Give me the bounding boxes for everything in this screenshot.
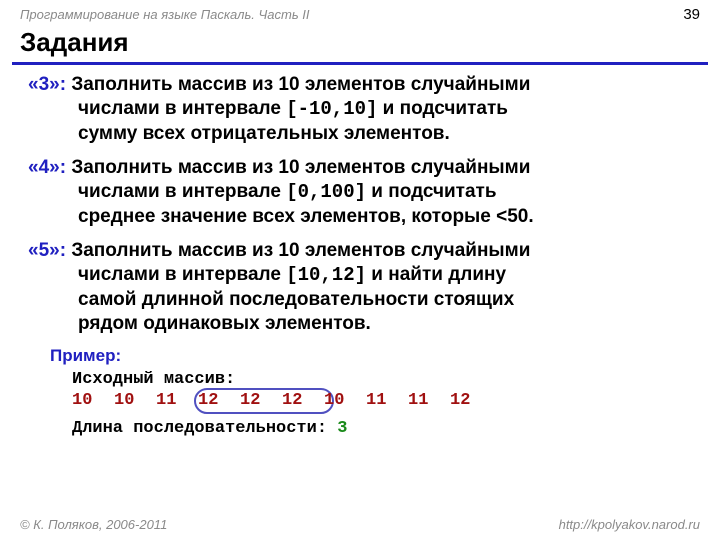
task-3-line2a: числами в интервале (78, 98, 286, 119)
task-4-line1: Заполнить массив из 10 элементов случайн… (71, 157, 530, 178)
arr-4: 12 (240, 391, 282, 410)
slide-title: Задания (0, 25, 720, 60)
example-seq-label: Длина последовательности: (72, 419, 337, 438)
example-source-label: Исходный массив: (72, 370, 692, 389)
task-4-line2a: числами в интервале (78, 181, 286, 202)
example-title: Пример: (50, 346, 692, 366)
task-5-line2b: и найти длину (366, 264, 506, 285)
arr-3: 12 (198, 391, 240, 410)
example-seq-line: Длина последовательности: 3 (72, 419, 692, 438)
arr-9: 12 (450, 391, 492, 410)
task-5-indent: числами в интервале [10,12] и найти длин… (78, 263, 692, 336)
task-3-range: [-10,10] (286, 98, 377, 120)
task-5-line4: рядом одинаковых элементов. (78, 313, 371, 334)
arr-6: 10 (324, 391, 366, 410)
slide-footer: © К. Поляков, 2006-2011 http://kpolyakov… (0, 517, 720, 532)
task-3: «3»: Заполнить массив из 10 элементов сл… (28, 73, 692, 146)
example-block: Пример: Исходный массив: 101011121212101… (50, 346, 692, 438)
task-4-range: [0,100] (286, 181, 366, 203)
task-4-indent: числами в интервале [0,100] и подсчитать… (78, 180, 692, 229)
task-4-line3: среднее значение всех элементов, которые… (78, 206, 534, 227)
arr-0: 10 (72, 391, 114, 410)
task-4: «4»: Заполнить массив из 10 элементов сл… (28, 156, 692, 229)
task-5-label: «5»: (28, 240, 66, 261)
title-underline (12, 62, 708, 65)
task-4-line2b: и подсчитать (366, 181, 497, 202)
task-3-line3: сумму всех отрицательных элементов. (78, 123, 450, 144)
arr-7: 11 (366, 391, 408, 410)
footer-url[interactable]: http://kpolyakov.narod.ru (559, 517, 700, 532)
task-5-line2a: числами в интервале (78, 264, 286, 285)
task-3-line2b: и подсчитать (377, 98, 508, 119)
arr-5: 12 (282, 391, 324, 410)
arr-2: 11 (156, 391, 198, 410)
task-5-range: [10,12] (286, 264, 366, 286)
task-5: «5»: Заполнить массив из 10 элементов сл… (28, 239, 692, 336)
example-seq-value: 3 (337, 419, 347, 438)
task-3-line1: Заполнить массив из 10 элементов случайн… (71, 74, 530, 95)
task-3-indent: числами в интервале [-10,10] и подсчитат… (78, 97, 692, 146)
course-title: Программирование на языке Паскаль. Часть… (20, 7, 310, 22)
content-area: «3»: Заполнить массив из 10 элементов сл… (0, 73, 720, 438)
task-5-line1: Заполнить массив из 10 элементов случайн… (71, 240, 530, 261)
example-array: 10101112121210111112 (72, 391, 692, 417)
task-5-line3: самой длинной последовательности стоящих (78, 289, 514, 310)
arr-8: 11 (408, 391, 450, 410)
task-4-label: «4»: (28, 157, 66, 178)
footer-copyright: © К. Поляков, 2006-2011 (20, 517, 167, 532)
arr-1: 10 (114, 391, 156, 410)
page-number: 39 (683, 6, 700, 23)
task-3-label: «3»: (28, 74, 66, 95)
slide-header: Программирование на языке Паскаль. Часть… (0, 0, 720, 25)
